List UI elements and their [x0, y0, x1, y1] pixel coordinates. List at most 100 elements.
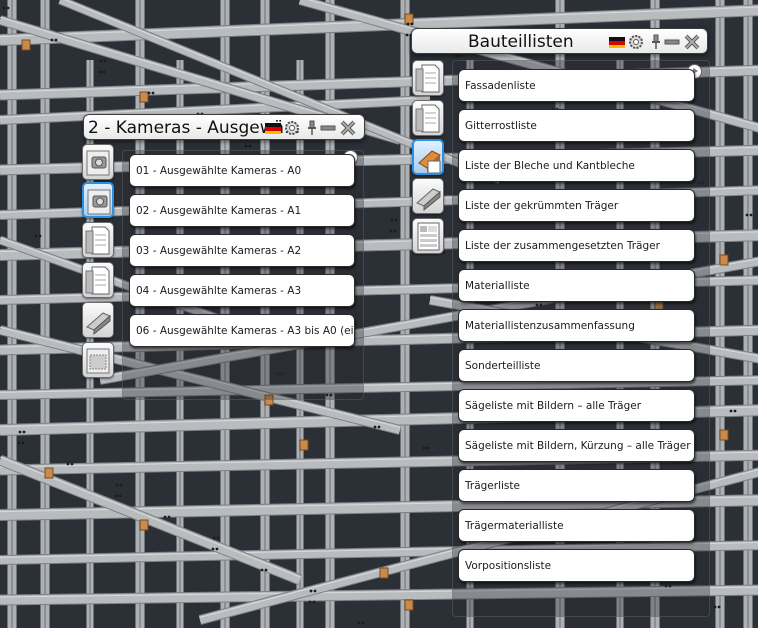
camera-selected-icon[interactable] [82, 182, 114, 218]
bolt [18, 430, 22, 434]
bolt [151, 91, 155, 95]
parts-list-item[interactable]: Materiallistenzusammenfassung [458, 309, 695, 342]
bolt [17, 441, 21, 445]
bolt [729, 409, 733, 413]
bolt [215, 547, 219, 551]
parts-panel-titlebar[interactable]: Bauteillisten [411, 28, 708, 54]
bolt [102, 70, 106, 74]
curved-beam-list-icon[interactable] [412, 178, 444, 214]
bolt [713, 605, 717, 609]
camera-icon[interactable] [82, 144, 114, 180]
bolt [114, 494, 118, 498]
steel-column-web [719, 0, 721, 635]
connection-plate [139, 91, 149, 103]
window-right-margin [758, 0, 767, 635]
parts-list-item[interactable]: Vorpositionsliste [458, 549, 695, 582]
connection-plate [379, 567, 389, 579]
close-icon[interactable] [339, 119, 357, 137]
bolt [260, 568, 264, 572]
bolt [50, 38, 54, 42]
drawing-icon[interactable] [82, 222, 114, 258]
plate-list-selected-icon[interactable] [412, 139, 444, 175]
parts-list-item[interactable]: Materialliste [458, 269, 695, 302]
bolt [70, 462, 74, 466]
bolt [357, 621, 361, 625]
german-flag-icon[interactable] [608, 33, 626, 51]
connection-plate [719, 254, 729, 266]
bolt [393, 229, 397, 233]
bolt [99, 59, 103, 63]
settings-icon[interactable] [627, 33, 645, 51]
bolt [38, 234, 42, 238]
bolt [454, 54, 458, 58]
window-bottom-margin [0, 628, 767, 635]
bolt [244, 144, 248, 148]
bolt [103, 59, 107, 63]
parts-list-item[interactable]: Fassadenliste [458, 69, 695, 102]
bolt [54, 38, 58, 42]
report-sheet-alt-icon[interactable] [412, 100, 444, 136]
bolt [119, 483, 123, 487]
parts-list-item[interactable]: Sägeliste mit Bildern – alle Träger [458, 389, 695, 422]
bolt [458, 54, 462, 58]
parts-list-item[interactable]: Liste der Bleche und Kantbleche [458, 149, 695, 182]
bolt [163, 515, 167, 519]
parts-list-item[interactable]: Trägermaterialliste [458, 509, 695, 542]
camera-list-item[interactable]: 01 - Ausgewählte Kameras - A0 [129, 154, 355, 187]
steel-column-web [404, 0, 406, 635]
connection-plate [44, 467, 54, 479]
bolt [422, 446, 426, 450]
bolt [312, 600, 316, 604]
parts-list-item[interactable]: Sonderteilliste [458, 349, 695, 382]
parts-list-item[interactable]: Gitterrostliste [458, 109, 695, 142]
bolt [34, 234, 38, 238]
drawing-stack-icon[interactable] [82, 262, 114, 298]
steel-column-web [747, 0, 749, 635]
parts-list-item[interactable]: Liste der zusammengesetzten Träger [458, 229, 695, 262]
parts-list-item[interactable]: Sägeliste mit Bildern, Kürzung – alle Tr… [458, 429, 695, 462]
section-plan-icon[interactable] [82, 342, 114, 378]
steel-section-icon[interactable] [82, 302, 114, 338]
bolt [745, 213, 749, 217]
minimize-icon[interactable] [663, 33, 681, 51]
bolt [2, 6, 6, 10]
connection-plate [21, 39, 31, 51]
connection-plate [299, 439, 309, 451]
bolt [390, 218, 394, 222]
camera-list-item[interactable]: 03 - Ausgewählte Kameras - A2 [129, 234, 355, 267]
camera-list-item[interactable]: 02 - Ausgewählte Kameras - A1 [129, 194, 355, 227]
connection-plate [139, 519, 149, 531]
report-sheet-icon[interactable] [412, 60, 444, 96]
bolt [313, 589, 317, 593]
bolt [377, 425, 381, 429]
bolt [749, 213, 753, 217]
bolt [394, 218, 398, 222]
connection-plate [719, 429, 729, 441]
bolt [733, 409, 737, 413]
bolt [167, 515, 171, 519]
bolt [389, 229, 393, 233]
bolt [118, 494, 122, 498]
bolt [308, 600, 312, 604]
german-flag-icon[interactable] [264, 119, 282, 137]
assembly-table-icon[interactable] [412, 218, 444, 254]
bolt [98, 70, 102, 74]
close-icon[interactable] [683, 33, 701, 51]
bolt [373, 425, 377, 429]
camera-panel-titlebar[interactable]: 2 - Kameras - Ausgewä... [83, 114, 365, 140]
bolt [216, 536, 220, 540]
bolt [264, 568, 268, 572]
camera-list-item[interactable]: 06 - Ausgewählte Kameras - A3 bis A0 (ei… [129, 314, 355, 347]
bolt [115, 483, 119, 487]
settings-icon[interactable] [283, 119, 301, 137]
bolt [309, 589, 313, 593]
parts-panel-title: Bauteillisten [468, 32, 574, 52]
parts-list-item[interactable]: Trägerliste [458, 469, 695, 502]
camera-list-item[interactable]: 04 - Ausgewählte Kameras - A3 [129, 274, 355, 307]
bolt [212, 536, 216, 540]
parts-list-item[interactable]: Liste der gekrümmten Träger [458, 189, 695, 222]
minimize-icon[interactable] [319, 119, 337, 137]
bolt [361, 621, 365, 625]
bolt [406, 22, 410, 26]
bolt [22, 430, 26, 434]
